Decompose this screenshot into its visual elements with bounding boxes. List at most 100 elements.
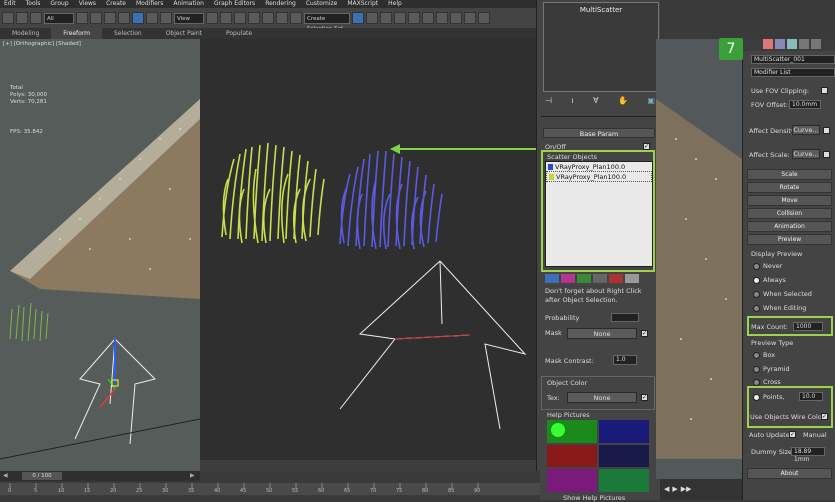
affect-scale-button[interactable]: Curve...	[792, 149, 820, 159]
rollout-base-param[interactable]: Base Param	[543, 128, 655, 138]
track-bar[interactable]: 0 5 10 15 20 25 30 35 40 45 50 55 60 65 …	[0, 483, 540, 495]
schematic-icon[interactable]	[422, 12, 434, 24]
make-unique-icon[interactable]: ∀	[593, 96, 598, 106]
rollout-scale[interactable]: Scale	[747, 169, 832, 180]
menu-animation[interactable]: Animation	[173, 0, 204, 8]
radio-never[interactable]: Never	[753, 262, 782, 270]
selection-filter-dropdown[interactable]: All	[44, 12, 74, 24]
spinner-snap-icon[interactable]	[290, 12, 302, 24]
tab-populate[interactable]: Populate	[214, 28, 264, 39]
tab-object-paint[interactable]: Object Paint	[154, 28, 214, 39]
select-icon[interactable]	[76, 12, 88, 24]
ribbon-icon[interactable]	[394, 12, 406, 24]
menu-customize[interactable]: Customize	[306, 0, 338, 8]
menu-group[interactable]: Group	[50, 0, 68, 8]
list-item[interactable]: VRayProxy_Plan 100.0	[546, 162, 652, 171]
modify-tab-icon[interactable]	[775, 39, 785, 49]
rollout-move[interactable]: Move	[747, 195, 832, 206]
scale-icon[interactable]	[160, 12, 172, 24]
probability-input[interactable]	[611, 313, 639, 322]
viewport-perspective[interactable]	[200, 39, 536, 460]
tab-freeform[interactable]: Freeform	[51, 28, 103, 39]
radio-points[interactable]: Points,	[753, 393, 785, 401]
next-frame-icon[interactable]: ▶▶	[681, 485, 692, 493]
help-picture[interactable]	[599, 420, 649, 443]
play-icon[interactable]: ▶	[672, 485, 677, 493]
menu-create[interactable]: Create	[106, 0, 126, 8]
motion-tab-icon[interactable]	[799, 39, 809, 49]
radio-always[interactable]: Always	[753, 276, 786, 284]
menu-help[interactable]: Help	[388, 0, 402, 8]
menu-tools[interactable]: Tools	[26, 0, 41, 8]
auto-update-checkbox[interactable]: ✓	[789, 431, 796, 438]
scatter-objects-list[interactable]: VRayProxy_Plan 100.0 VRayProxy_Plan 100.…	[545, 161, 653, 267]
radio-when-editing[interactable]: When Editing	[753, 304, 806, 312]
use-fov-clipping-checkbox[interactable]	[821, 87, 828, 94]
select-manipulate-icon[interactable]	[220, 12, 232, 24]
edit-list-icon[interactable]	[593, 274, 607, 283]
affect-density-checkbox[interactable]	[823, 127, 830, 134]
snap-icon[interactable]	[248, 12, 260, 24]
settings-icon[interactable]	[625, 274, 639, 283]
radio-pyramid[interactable]: Pyramid	[753, 365, 790, 373]
affect-density-button[interactable]: Curve...	[792, 125, 820, 135]
radio-cross[interactable]: Cross	[753, 378, 781, 386]
add-list-icon[interactable]	[577, 274, 591, 283]
on-off-checkbox[interactable]: ✓	[643, 143, 650, 150]
fov-offset-input[interactable]: 10.0mm	[789, 100, 821, 109]
tab-modeling[interactable]: Modeling	[0, 28, 51, 39]
help-picture[interactable]	[599, 469, 649, 492]
mask-contrast-input[interactable]: 1.0	[613, 355, 637, 365]
link-icon[interactable]	[30, 12, 42, 24]
rollout-rotate[interactable]: Rotate	[747, 182, 832, 193]
delete-object-icon[interactable]	[609, 274, 623, 283]
named-selection-dropdown[interactable]: Create Selection Set	[304, 12, 350, 32]
remove-modifier-icon[interactable]: ✋	[618, 96, 628, 106]
curve-editor-icon[interactable]	[408, 12, 420, 24]
rollout-animation[interactable]: Animation	[747, 221, 832, 232]
redo-icon[interactable]	[16, 12, 28, 24]
help-picture[interactable]	[599, 444, 649, 468]
material-editor-icon[interactable]	[436, 12, 448, 24]
use-objects-wire-color-checkbox[interactable]: ✓	[821, 413, 828, 420]
add-object-icon[interactable]	[545, 274, 559, 283]
list-item[interactable]: VRayProxy_Plan 100.0	[546, 171, 652, 182]
keyboard-shortcut-icon[interactable]	[234, 12, 246, 24]
object-name-field[interactable]: MultiScatter_001	[751, 55, 835, 64]
manual-button[interactable]: Manual	[803, 431, 827, 439]
rollout-collision[interactable]: Collision	[747, 208, 832, 219]
render-setup-icon[interactable]	[450, 12, 462, 24]
move-icon[interactable]	[132, 12, 144, 24]
ref-coord-dropdown[interactable]: View	[174, 12, 204, 24]
help-picture[interactable]	[547, 444, 597, 468]
time-slider[interactable]: 0 / 100	[22, 472, 62, 480]
show-result-icon[interactable]: ı	[571, 96, 573, 106]
viewport-label[interactable]: [+] [Orthographic] [Shaded]	[3, 41, 81, 47]
pin-stack-icon[interactable]: ⊣	[545, 96, 552, 106]
tex-checkbox[interactable]: ✓	[641, 394, 648, 401]
mask-button[interactable]: None	[567, 328, 637, 339]
create-tab-icon[interactable]	[763, 39, 773, 49]
max-count-input[interactable]: 1000	[793, 322, 823, 331]
display-tab-icon[interactable]	[811, 39, 821, 49]
radio-box[interactable]: Box	[753, 351, 775, 359]
pivot-icon[interactable]	[206, 12, 218, 24]
mirror-icon[interactable]	[352, 12, 364, 24]
show-help-pictures[interactable]: Show Help Pictures	[563, 494, 625, 502]
hierarchy-tab-icon[interactable]	[787, 39, 797, 49]
radio-when-selected[interactable]: When Selected	[753, 290, 812, 298]
slider-left-icon[interactable]: ◀	[3, 472, 8, 479]
render-frame-icon[interactable]	[464, 12, 476, 24]
menu-views[interactable]: Views	[79, 0, 96, 8]
affect-scale-checkbox[interactable]	[823, 151, 830, 158]
help-picture[interactable]	[547, 469, 597, 492]
menu-maxscript[interactable]: MAXScript	[347, 0, 378, 8]
prev-frame-icon[interactable]: ◀	[664, 485, 669, 493]
points-size-input[interactable]: 10.0	[799, 392, 823, 401]
viewport-orthographic[interactable]: [+] [Orthographic] [Shaded] Total Polys:…	[0, 39, 200, 471]
rect-select-icon[interactable]	[104, 12, 116, 24]
rollout-about[interactable]: About	[747, 468, 832, 479]
angle-snap-icon[interactable]	[262, 12, 274, 24]
menu-modifiers[interactable]: Modifiers	[136, 0, 163, 8]
menu-graph-editors[interactable]: Graph Editors	[214, 0, 255, 8]
